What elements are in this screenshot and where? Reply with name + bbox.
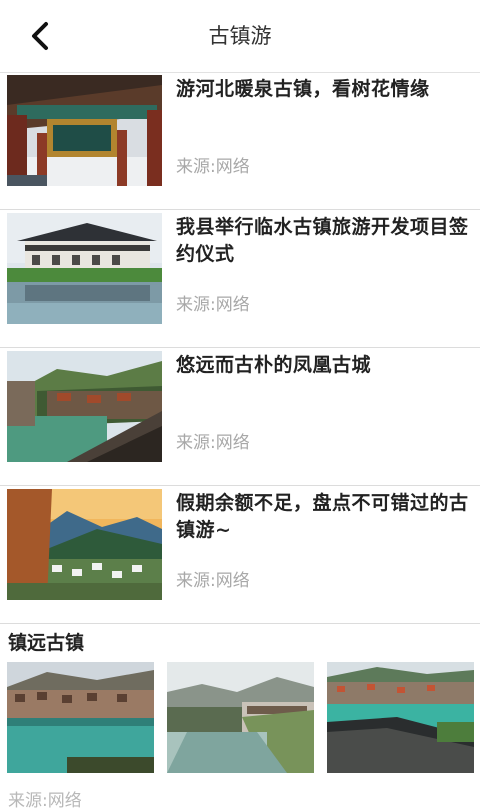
- article-item[interactable]: 悠远而古朴的凤凰古城 来源:网络: [0, 348, 480, 486]
- gallery-image[interactable]: [167, 662, 314, 773]
- gallery-image[interactable]: [7, 662, 154, 773]
- ancient-gate-photo: [7, 75, 162, 186]
- riverside-house-photo: [7, 213, 162, 324]
- article-title: 游河北暖泉古镇，看树花情缘: [176, 78, 430, 100]
- app-header: 古镇游: [0, 0, 480, 73]
- article-source: 来源:网络: [176, 295, 250, 315]
- zhenyuan-town-photo-1: [7, 662, 154, 773]
- next-item-source-peek: 来源:网络: [8, 791, 82, 811]
- article-list: 游河北暖泉古镇，看树花情缘 来源:网络 我县举行临水古镇旅游开发项目签约仪式 来…: [0, 72, 480, 624]
- zhenyuan-river-photo-3: [327, 662, 474, 773]
- article-item[interactable]: 假期余额不足，盘点不可错过的古镇游~ 来源:网络: [0, 486, 480, 624]
- gallery-image[interactable]: [327, 662, 474, 773]
- article-item[interactable]: 游河北暖泉古镇，看树花情缘 来源:网络: [0, 72, 480, 210]
- phoenix-town-photo: [7, 351, 162, 462]
- mountain-village-photo: [7, 489, 162, 600]
- article-source: 来源:网络: [176, 571, 250, 591]
- article-item[interactable]: 我县举行临水古镇旅游开发项目签约仪式 来源:网络: [0, 210, 480, 348]
- back-button[interactable]: [18, 14, 62, 58]
- article-title: 悠远而古朴的凤凰古城: [176, 354, 372, 376]
- section-title: 镇远古镇: [8, 632, 85, 654]
- zhenyuan-river-photo-2: [167, 662, 314, 773]
- article-title: 假期余额不足，盘点不可错过的古镇游~: [176, 492, 469, 541]
- article-title: 我县举行临水古镇旅游开发项目签约仪式: [176, 216, 469, 265]
- article-source: 来源:网络: [176, 433, 250, 453]
- chevron-left-icon: [29, 21, 51, 51]
- page-title: 古镇游: [208, 24, 272, 48]
- image-gallery: [0, 662, 480, 774]
- article-source: 来源:网络: [176, 157, 250, 177]
